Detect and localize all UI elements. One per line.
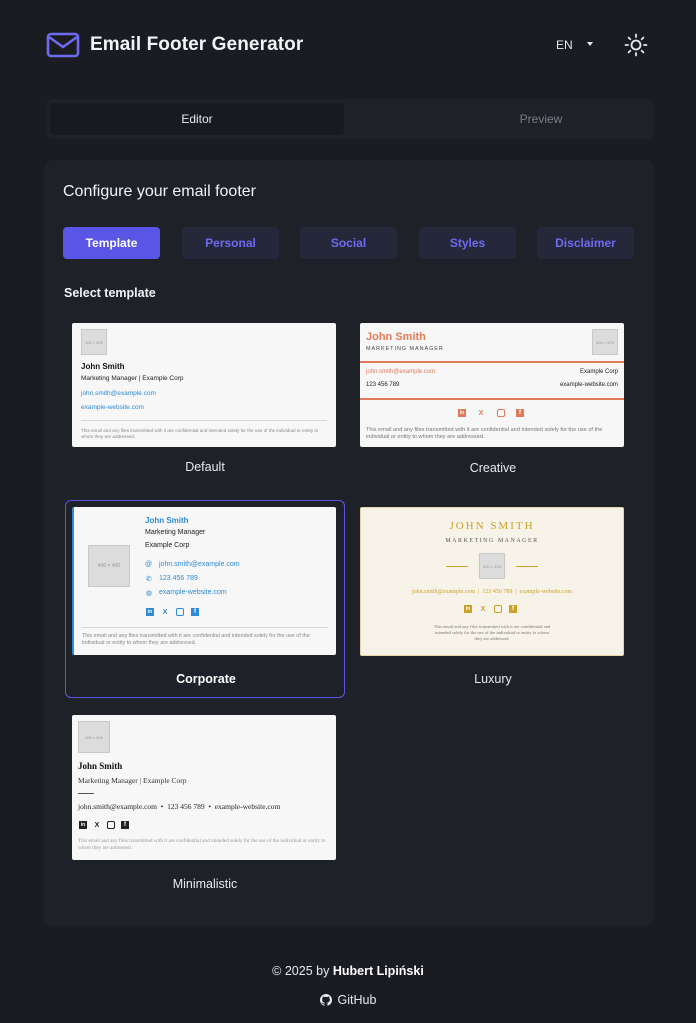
instagram-icon bbox=[176, 608, 184, 616]
app-header: Email Footer Generator EN bbox=[0, 0, 696, 90]
sample-phone: 123 456 789 bbox=[159, 575, 198, 582]
tab-styles[interactable]: Styles bbox=[419, 227, 516, 259]
configure-panel: Configure your email footer Template Per… bbox=[44, 160, 654, 926]
sample-website: example-website.com bbox=[159, 589, 227, 596]
mail-logo-icon bbox=[46, 32, 80, 58]
template-label-default: Default bbox=[185, 460, 225, 474]
github-link[interactable]: GitHub bbox=[0, 993, 696, 1007]
sample-website: example-website.com bbox=[81, 404, 144, 411]
sample-role: MARKETING MANAGER bbox=[445, 538, 539, 544]
linkedin-icon: in bbox=[146, 608, 154, 616]
x-icon: X bbox=[162, 608, 168, 616]
language-select[interactable]: EN bbox=[556, 38, 573, 52]
x-icon: X bbox=[94, 821, 100, 829]
tab-preview[interactable]: Preview bbox=[394, 103, 688, 135]
sample-email: john.smith@example.com bbox=[366, 369, 436, 375]
sample-contact-line: john.smith@example.com • 123 456 789 • e… bbox=[78, 802, 281, 811]
sun-icon[interactable] bbox=[624, 33, 648, 57]
at-icon: @ bbox=[145, 561, 153, 568]
template-label-minimalistic: Minimalistic bbox=[172, 877, 238, 891]
select-template-label: Select template bbox=[64, 286, 156, 300]
sample-name: John Smith bbox=[366, 331, 426, 343]
sample-disclaimer: This email and any files transmitted wit… bbox=[433, 624, 551, 641]
sample-role-company: Marketing Manager | Example Corp bbox=[78, 776, 187, 785]
template-option-creative[interactable]: John Smith MARKETING MANAGER 400 × 400 j… bbox=[353, 317, 633, 485]
divider bbox=[78, 793, 94, 794]
mode-tabs: Editor Preview bbox=[46, 99, 654, 139]
template-label-corporate: Corporate bbox=[176, 672, 236, 686]
instagram-icon bbox=[107, 821, 115, 829]
template-option-luxury[interactable]: JOHN SMITH MARKETING MANAGER 400 × 400 j… bbox=[353, 500, 633, 698]
tab-social[interactable]: Social bbox=[300, 227, 397, 259]
template-thumbnail-default: 400 × 400 John Smith Marketing Manager |… bbox=[72, 323, 336, 447]
chevron-down-icon[interactable] bbox=[587, 42, 593, 46]
facebook-icon: f bbox=[509, 605, 517, 613]
facebook-icon: f bbox=[121, 821, 129, 829]
template-label-creative: Creative bbox=[469, 461, 517, 475]
accent-line bbox=[360, 398, 624, 400]
sample-role: Marketing Manager bbox=[145, 529, 206, 536]
sample-role-company: Marketing Manager | Example Corp bbox=[81, 375, 184, 382]
template-option-corporate[interactable]: 400 × 400 John Smith Marketing Manager E… bbox=[65, 500, 345, 698]
sample-company: Example Corp bbox=[579, 369, 618, 375]
template-option-default[interactable]: 400 × 400 John Smith Marketing Manager |… bbox=[65, 317, 345, 485]
sample-disclaimer: This email and any files transmitted wit… bbox=[366, 427, 603, 440]
accent-line bbox=[360, 361, 624, 363]
facebook-icon: f bbox=[516, 409, 524, 417]
sample-disclaimer: This email and any files transmitted wit… bbox=[81, 428, 319, 439]
sample-phone: 123 456 789 bbox=[366, 382, 400, 388]
phone-icon: ✆ bbox=[146, 576, 152, 583]
page-footer: © 2025 by Hubert Lipiński bbox=[0, 964, 696, 978]
sample-name: John Smith bbox=[78, 761, 123, 771]
tab-template[interactable]: Template bbox=[63, 227, 160, 259]
tab-personal[interactable]: Personal bbox=[182, 227, 279, 259]
avatar-placeholder: 400 × 400 bbox=[592, 329, 618, 355]
sample-website: example-website.com bbox=[559, 382, 618, 388]
sample-name: John Smith bbox=[81, 362, 125, 371]
globe-icon: ◍ bbox=[146, 590, 153, 597]
instagram-icon bbox=[494, 605, 502, 613]
sample-name: John Smith bbox=[145, 516, 189, 525]
sample-disclaimer: This email and any files transmitted wit… bbox=[78, 838, 326, 851]
tab-editor[interactable]: Editor bbox=[50, 103, 344, 135]
copyright-text: © 2025 by bbox=[272, 964, 330, 978]
sample-contact-line: john.smith@example.com | 123 456 789 | e… bbox=[411, 589, 573, 595]
sample-email: john.smith@example.com bbox=[159, 561, 240, 568]
sample-disclaimer: This email and any files transmitted wit… bbox=[82, 633, 310, 646]
sample-company: Example Corp bbox=[145, 542, 190, 549]
avatar-placeholder: 400 × 400 bbox=[81, 329, 107, 355]
divider bbox=[82, 627, 328, 628]
instagram-icon bbox=[497, 409, 505, 417]
sample-name: JOHN SMITH bbox=[449, 520, 535, 532]
github-label: GitHub bbox=[337, 993, 377, 1007]
tab-disclaimer[interactable]: Disclaimer bbox=[537, 227, 634, 259]
sample-email: john.smith@example.com bbox=[81, 390, 156, 397]
facebook-icon: f bbox=[191, 608, 199, 616]
linkedin-icon: in bbox=[79, 821, 87, 829]
template-thumbnail-corporate: 400 × 400 John Smith Marketing Manager E… bbox=[72, 507, 336, 655]
template-thumbnail-creative: John Smith MARKETING MANAGER 400 × 400 j… bbox=[360, 323, 624, 447]
avatar-placeholder: 400 × 400 bbox=[88, 545, 130, 587]
divider bbox=[81, 420, 327, 421]
template-label-luxury: Luxury bbox=[474, 672, 512, 686]
template-option-minimalistic[interactable]: 400 × 400 John Smith Marketing Manager |… bbox=[65, 710, 345, 895]
gold-rule bbox=[446, 566, 468, 567]
x-icon: X bbox=[478, 409, 484, 417]
sample-role: MARKETING MANAGER bbox=[366, 346, 444, 352]
github-icon bbox=[319, 994, 332, 1006]
panel-title: Configure your email footer bbox=[63, 183, 256, 200]
x-icon: X bbox=[480, 605, 486, 613]
avatar-placeholder: 400 × 400 bbox=[479, 553, 505, 579]
app-title: Email Footer Generator bbox=[90, 34, 304, 55]
avatar-placeholder: 400 × 400 bbox=[78, 721, 110, 753]
linkedin-icon: in bbox=[458, 409, 466, 417]
gold-rule bbox=[516, 566, 538, 567]
template-thumbnail-luxury: JOHN SMITH MARKETING MANAGER 400 × 400 j… bbox=[360, 507, 624, 656]
template-thumbnail-minimalistic: 400 × 400 John Smith Marketing Manager |… bbox=[72, 715, 336, 860]
linkedin-icon: in bbox=[464, 605, 472, 613]
author-link[interactable]: Hubert Lipiński bbox=[333, 964, 424, 978]
